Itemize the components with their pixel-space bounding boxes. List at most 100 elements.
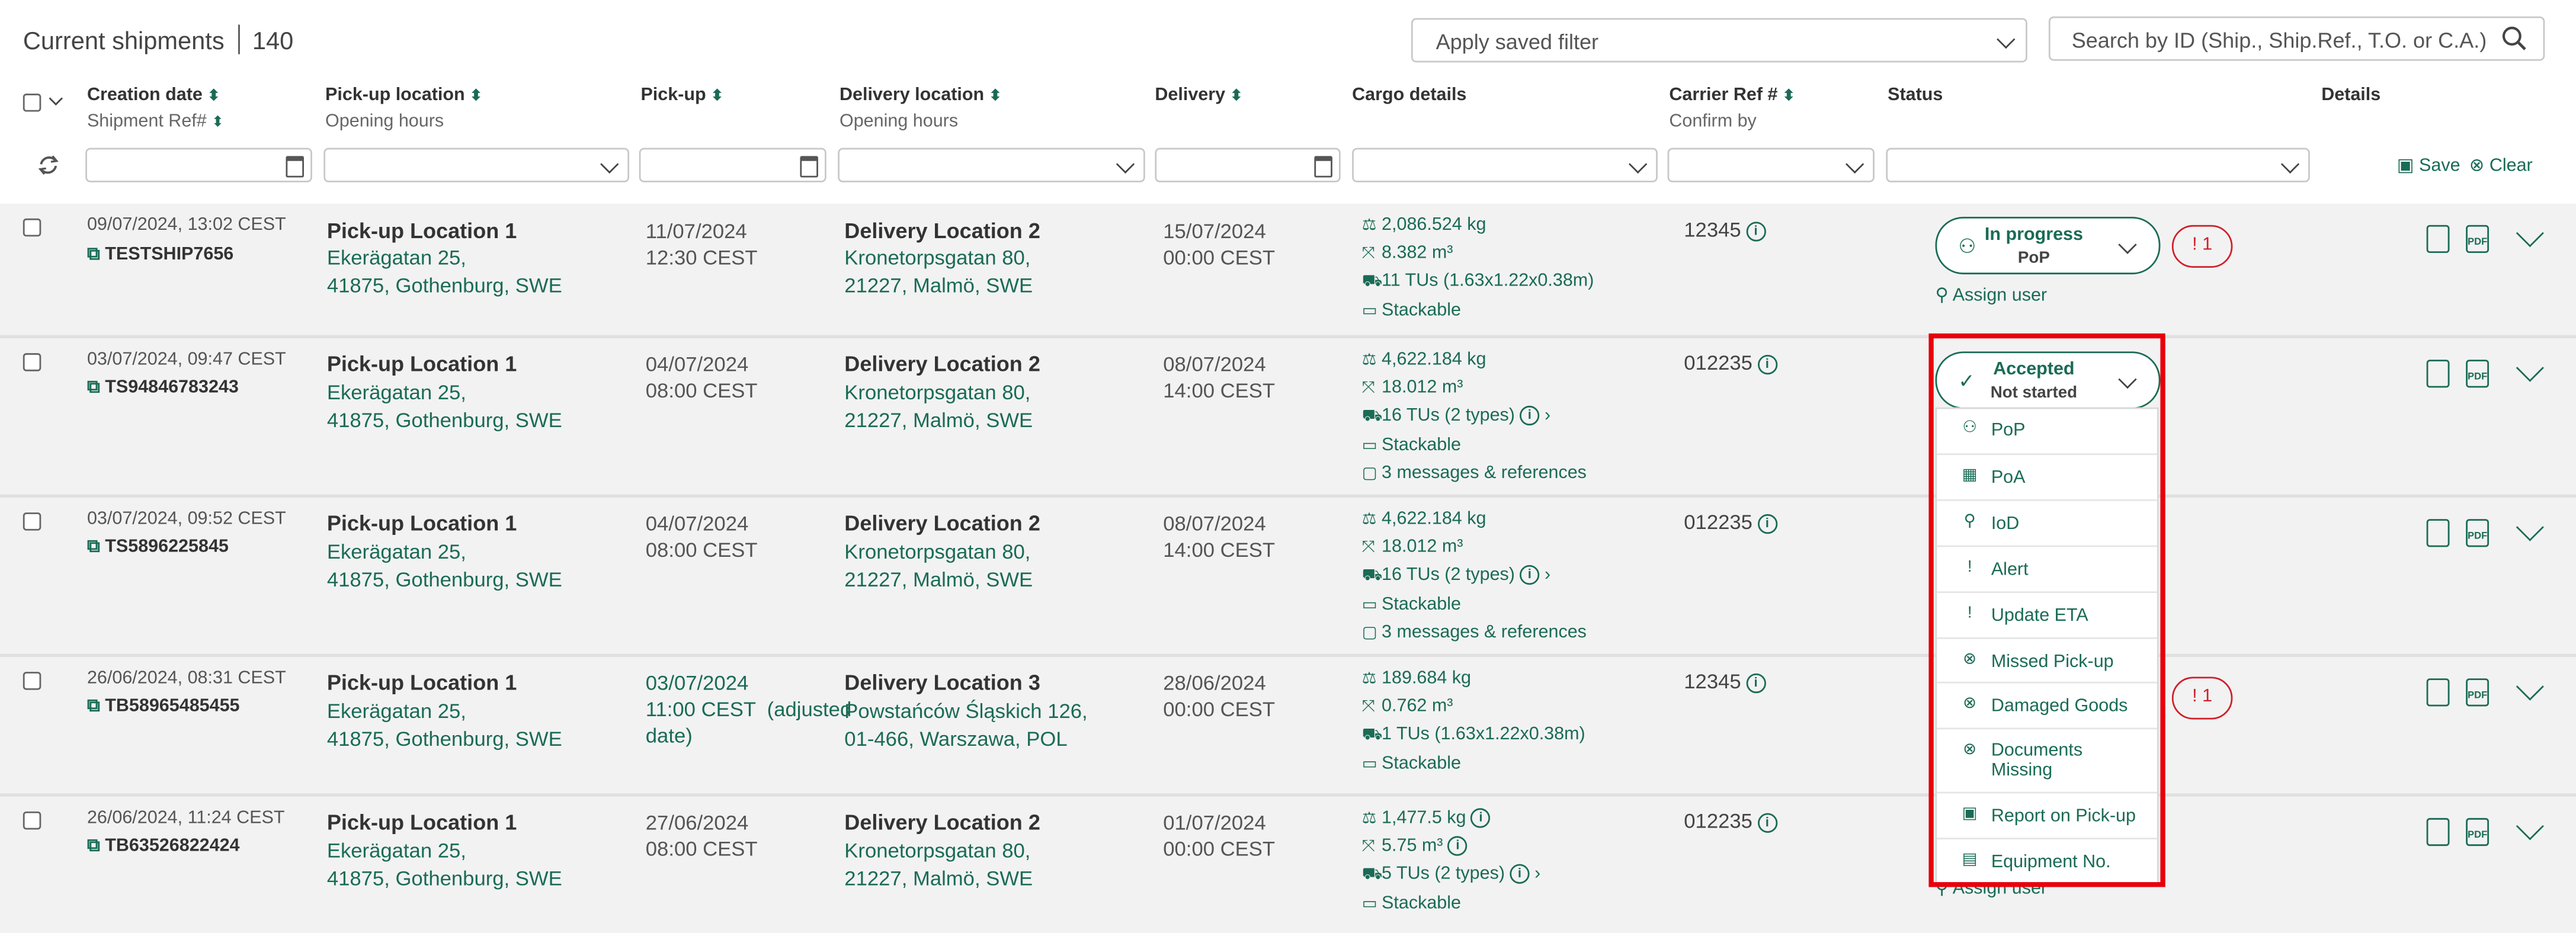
table-row[interactable]: 26/06/2024, 08:31 CEST ⧉ TB58965485455 P… — [0, 657, 2576, 797]
pdf-icon[interactable]: PDF — [2466, 519, 2490, 547]
select-menu-chevron-icon[interactable] — [49, 91, 63, 106]
table-row[interactable]: 03/07/2024, 09:52 CEST ⧉ TS5896225845 Pi… — [0, 498, 2576, 658]
info-icon[interactable]: i — [1470, 808, 1491, 828]
shipment-ref[interactable]: ⧉ TB58965485455 — [87, 697, 240, 718]
delivery-address[interactable]: Kronetorpsgatan 80, 21227, Malmö, SWE — [844, 245, 1033, 300]
row-checkbox[interactable] — [23, 218, 41, 237]
chevron-right-icon[interactable]: › — [1530, 865, 1540, 884]
expand-row-chevron-icon[interactable] — [2516, 219, 2544, 248]
info-icon[interactable]: i — [1447, 836, 1468, 857]
table-row[interactable]: 09/07/2024, 13:02 CEST ⧉ TESTSHIP7656 Pi… — [0, 203, 2576, 339]
calendar-icon[interactable] — [800, 156, 818, 178]
calendar-icon[interactable] — [1314, 156, 1332, 178]
col-delivery-location[interactable]: Delivery location ⬍ — [840, 85, 1001, 105]
col-pickup-location[interactable]: Pick-up location ⬍ — [325, 85, 482, 105]
shipment-ref[interactable]: ⧉ TB63526822424 — [87, 836, 240, 857]
search-icon[interactable] — [2502, 26, 2527, 51]
pickup-address[interactable]: Ekerägatan 25, 41875, Gothenburg, SWE — [327, 698, 562, 754]
expand-row-chevron-icon[interactable] — [2516, 672, 2544, 701]
pickup-date-filter[interactable] — [639, 148, 826, 182]
delivery-address[interactable]: Kronetorpsgatan 80, 21227, Malmö, SWE — [844, 838, 1033, 893]
info-icon[interactable]: i — [1520, 566, 1540, 586]
pickup-location-filter[interactable] — [323, 148, 630, 182]
expand-row-chevron-icon[interactable] — [2516, 812, 2544, 841]
col-shipment-ref[interactable]: Shipment Ref# ⬍ — [87, 112, 224, 132]
messages-link[interactable]: 3 messages & references — [1382, 463, 1587, 482]
calendar-icon[interactable] — [286, 156, 304, 178]
expand-row-chevron-icon[interactable] — [2516, 513, 2544, 541]
carrier-ref-filter[interactable] — [1667, 148, 1875, 182]
sort-icon[interactable]: ⬍ — [207, 87, 220, 104]
sort-icon[interactable]: ⬍ — [212, 113, 224, 130]
sort-icon[interactable]: ⬍ — [470, 87, 482, 104]
copy-icon[interactable]: ⧉ — [87, 378, 105, 397]
delivery-date-filter[interactable] — [1155, 148, 1341, 182]
delivery-address[interactable]: Kronetorpsgatan 80, 21227, Malmö, SWE — [844, 380, 1033, 435]
sort-icon[interactable]: ⬍ — [1230, 87, 1242, 104]
sort-icon[interactable]: ⬍ — [989, 87, 1001, 104]
date: 03/07/2024 — [645, 672, 749, 695]
shipment-ref[interactable]: ⧉ TS5896225845 — [87, 537, 229, 559]
chevron-right-icon[interactable]: › — [1540, 566, 1550, 585]
alert-badge[interactable]: ! 1 — [2171, 225, 2233, 268]
col-carrier-ref[interactable]: Carrier Ref # ⬍ — [1669, 85, 1795, 105]
pdf-icon[interactable]: PDF — [2466, 817, 2490, 847]
expand-row-chevron-icon[interactable] — [2516, 354, 2544, 382]
table-row[interactable]: 26/06/2024, 11:24 CEST ⧉ TB63526822424 P… — [0, 796, 2576, 933]
row-checkbox[interactable] — [23, 512, 41, 531]
document-icon[interactable] — [2426, 519, 2450, 547]
table-row[interactable]: 03/07/2024, 09:47 CEST ⧉ TS94846783243 P… — [0, 338, 2576, 498]
col-pickup[interactable]: Pick-up ⬍ — [640, 85, 723, 105]
row-checkbox[interactable] — [23, 353, 41, 371]
info-icon[interactable]: i — [1757, 354, 1777, 375]
alert-badge[interactable]: ! 1 — [2171, 676, 2233, 720]
delivery-location-filter[interactable] — [838, 148, 1145, 182]
shipment-ref[interactable]: ⧉ TS94846783243 — [87, 378, 239, 399]
status-dropdown[interactable]: ⚇ In progress PoP — [1935, 217, 2161, 275]
cargo-filter[interactable] — [1352, 148, 1658, 182]
delivery-name: Delivery Location 2 — [844, 218, 1040, 243]
saved-filter-select[interactable]: Apply saved filter — [1411, 18, 2027, 63]
copy-icon[interactable]: ⧉ — [87, 836, 105, 855]
col-creation-date[interactable]: Creation date ⬍ — [87, 85, 220, 105]
search-input[interactable]: Search by ID (Ship., Ship.Ref., T.O. or … — [2048, 16, 2545, 61]
select-all-checkbox[interactable] — [23, 94, 41, 112]
messages-link[interactable]: 3 messages & references — [1382, 622, 1587, 642]
row-checkbox[interactable] — [23, 672, 41, 690]
pickup-address[interactable]: Ekerägatan 25, 41875, Gothenburg, SWE — [327, 380, 562, 435]
status-filter[interactable] — [1886, 148, 2310, 182]
assign-user-link[interactable]: ⚲ Assign user — [1936, 284, 2048, 305]
shipment-ref[interactable]: ⧉ TESTSHIP7656 — [87, 245, 233, 266]
save-filter-button[interactable]: ▣ Save — [2397, 155, 2460, 175]
delivery-address[interactable]: Powstańców Śląskich 126, 01-466, Warszawa… — [844, 698, 1087, 754]
row-checkbox[interactable] — [23, 811, 41, 830]
info-icon[interactable]: i — [1757, 813, 1777, 833]
col-delivery[interactable]: Delivery ⬍ — [1155, 85, 1242, 105]
copy-icon[interactable]: ⧉ — [87, 537, 105, 557]
refresh-icon[interactable] — [36, 153, 61, 178]
copy-icon[interactable]: ⧉ — [87, 245, 105, 264]
document-icon[interactable] — [2426, 678, 2450, 707]
clear-filter-button[interactable]: ⊗ Clear — [2469, 155, 2533, 175]
info-icon[interactable]: i — [1757, 514, 1777, 534]
info-icon[interactable]: i — [1510, 864, 1530, 884]
info-icon[interactable]: i — [1746, 222, 1766, 242]
delivery-address[interactable]: Kronetorpsgatan 80, 21227, Malmö, SWE — [844, 539, 1033, 595]
pickup-datetime-adjusted: 03/07/2024 11:00 CEST (adjusted date) — [646, 670, 851, 749]
pdf-icon[interactable]: PDF — [2466, 360, 2490, 388]
info-icon[interactable]: i — [1746, 673, 1766, 694]
pdf-icon[interactable]: PDF — [2466, 678, 2490, 707]
info-icon[interactable]: i — [1520, 406, 1540, 427]
creation-date-filter[interactable] — [85, 148, 312, 182]
sort-icon[interactable]: ⬍ — [711, 87, 723, 104]
sort-icon[interactable]: ⬍ — [1783, 87, 1795, 104]
pickup-address[interactable]: Ekerägatan 25, 41875, Gothenburg, SWE — [327, 838, 562, 893]
pickup-address[interactable]: Ekerägatan 25, 41875, Gothenburg, SWE — [327, 539, 562, 595]
pickup-address[interactable]: Ekerägatan 25, 41875, Gothenburg, SWE — [327, 245, 562, 300]
copy-icon[interactable]: ⧉ — [87, 697, 105, 716]
pdf-icon[interactable]: PDF — [2466, 225, 2490, 254]
document-icon[interactable] — [2426, 360, 2450, 388]
document-icon[interactable] — [2426, 817, 2450, 847]
document-icon[interactable] — [2426, 225, 2450, 254]
chevron-right-icon[interactable]: › — [1540, 406, 1550, 426]
